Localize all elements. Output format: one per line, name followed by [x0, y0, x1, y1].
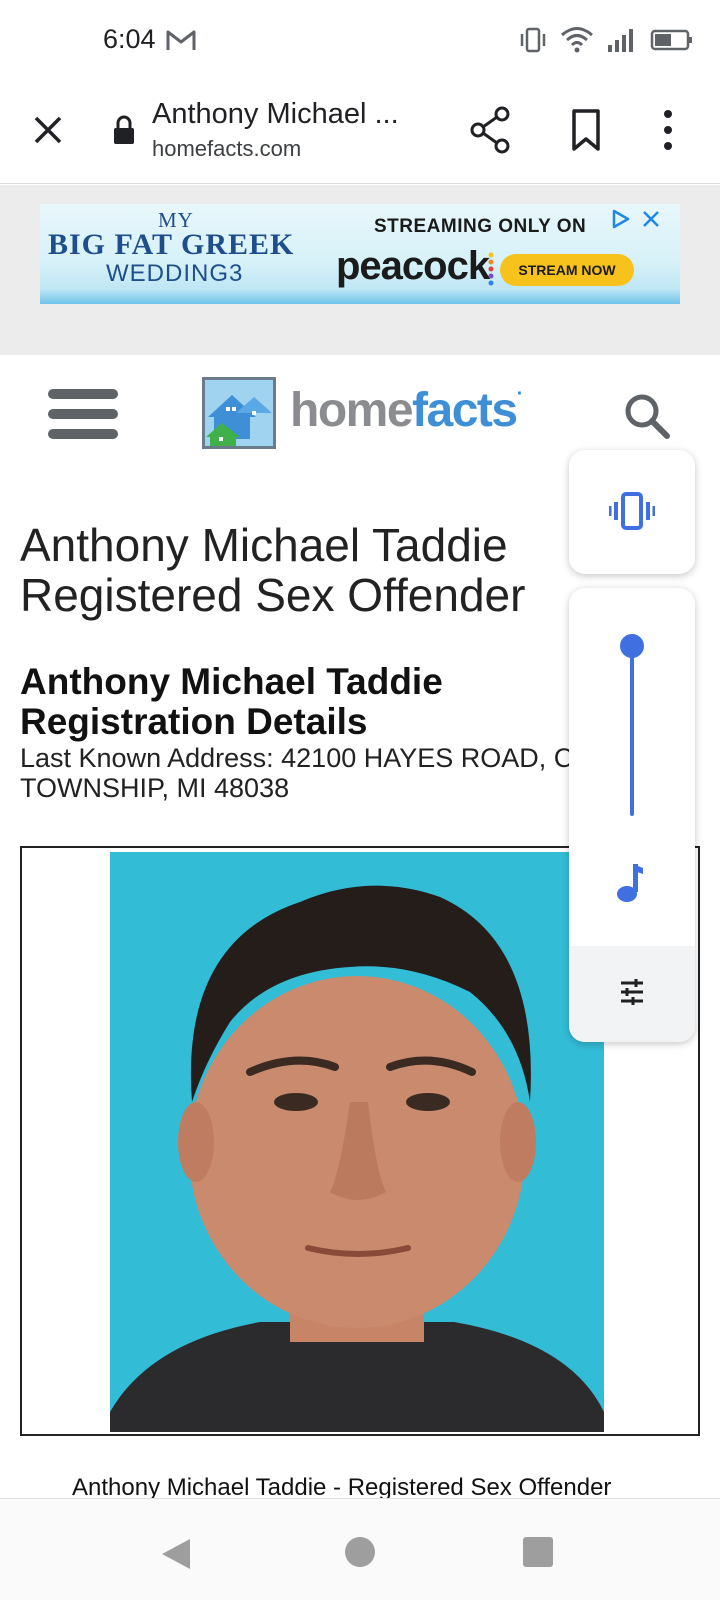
lock-icon[interactable] — [110, 114, 138, 146]
volume-slider-thumb[interactable] — [620, 634, 644, 658]
more-vert-icon[interactable] — [660, 108, 676, 152]
page-heading-line1: Anthony Michael Taddie — [20, 519, 508, 571]
logo-facts-text: facts — [412, 384, 518, 437]
ad-close-icon[interactable] — [640, 208, 662, 230]
music-note-icon[interactable] — [615, 862, 645, 904]
recent-apps-icon[interactable] — [523, 1537, 553, 1567]
ad-choices-icon[interactable] — [610, 208, 632, 230]
ad-banner[interactable]: MY BIG FAT GREEK WEDDING3 STREAMING ONLY… — [40, 204, 680, 304]
homefacts-logo-text[interactable]: homefacts· — [290, 383, 524, 438]
ad-peacock-logo: peacock — [336, 244, 490, 288]
back-icon[interactable] — [160, 1537, 192, 1571]
page-url[interactable]: homefacts.com — [152, 136, 301, 162]
menu-bar-top — [48, 389, 118, 399]
registration-heading: Anthony Michael Taddie Registration Deta… — [20, 662, 443, 742]
ad-wedding-text: WEDDING3 — [106, 260, 244, 287]
battery-icon — [650, 29, 692, 51]
registration-heading-line2: Registration Details — [20, 701, 368, 742]
gmail-icon — [166, 30, 196, 50]
share-icon[interactable] — [468, 106, 512, 154]
status-icons — [518, 26, 694, 54]
signal-icon — [608, 29, 633, 52]
bookmark-icon[interactable] — [566, 108, 606, 152]
last-known-address: Last Known Address: 42100 HAYES ROAD, C … — [20, 743, 574, 803]
vibrate-icon — [520, 27, 546, 53]
home-icon[interactable] — [345, 1537, 375, 1567]
menu-bar-bottom — [48, 429, 118, 439]
homefacts-logo-icon[interactable] — [202, 377, 276, 449]
ringer-mode-button[interactable] — [569, 450, 695, 574]
logo-mark-text: · — [516, 383, 524, 405]
registration-heading-line1: Anthony Michael Taddie — [20, 661, 443, 702]
menu-icon[interactable] — [48, 389, 118, 441]
close-icon[interactable] — [28, 110, 68, 150]
tune-icon — [621, 979, 643, 1005]
stream-now-button[interactable]: STREAM NOW — [500, 254, 634, 286]
volume-panel — [569, 588, 695, 1042]
page-title[interactable]: Anthony Michael ... — [152, 98, 424, 131]
volume-slider-track[interactable] — [630, 646, 634, 816]
logo-home-text: home — [290, 384, 414, 437]
status-time: 6:04 — [103, 24, 156, 54]
wifi-icon — [561, 27, 593, 53]
status-bar: 6:04 — [0, 0, 720, 84]
custom-tab-toolbar: Anthony Michael ... homefacts.com — [0, 84, 720, 184]
ad-streaming-text: STREAMING ONLY ON — [374, 216, 587, 237]
ad-region: MY BIG FAT GREEK WEDDING3 STREAMING ONLY… — [0, 185, 720, 355]
offender-photo-illustration — [110, 852, 604, 1432]
peacock-dots-icon — [488, 252, 494, 286]
menu-bar-middle — [48, 409, 118, 419]
system-nav-bar — [0, 1498, 720, 1600]
offender-photo[interactable] — [110, 852, 604, 1432]
volume-settings-button[interactable] — [569, 946, 695, 1042]
vibrate-icon — [609, 492, 655, 530]
page-heading-line2: Registered Sex Offender — [20, 569, 526, 621]
search-icon[interactable] — [622, 391, 672, 441]
ad-big-fat-greek-text: BIG FAT GREEK — [48, 228, 295, 261]
